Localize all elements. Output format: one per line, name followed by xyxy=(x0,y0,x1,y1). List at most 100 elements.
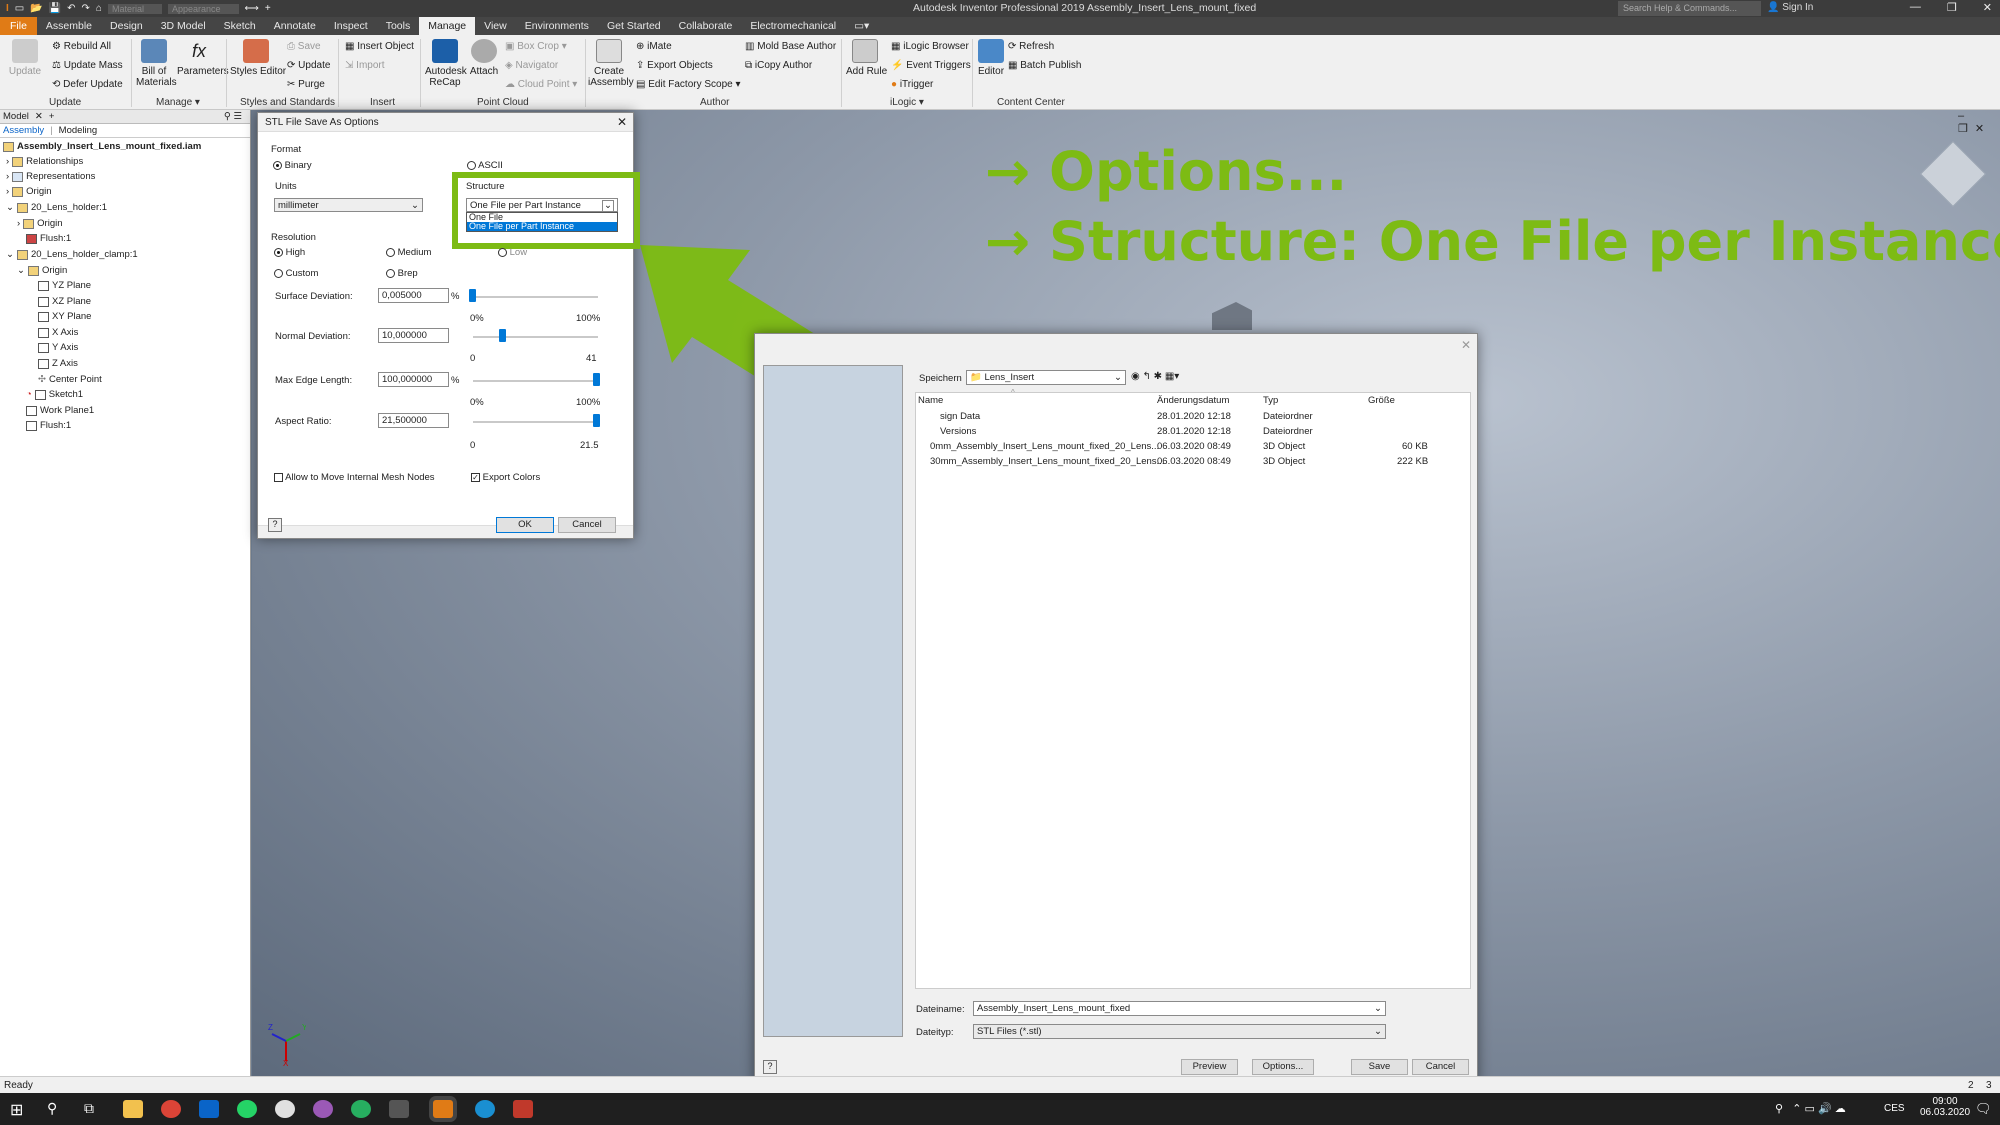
language-indicator[interactable]: CES xyxy=(1884,1103,1905,1114)
tab-3d-model[interactable]: 3D Model xyxy=(152,17,215,35)
table-row[interactable]: 30mm_Assembly_Insert_Lens_mount_fixed_20… xyxy=(916,455,1470,470)
purge-button[interactable]: ✂ Purge xyxy=(287,79,325,90)
chevron-right-icon[interactable]: › xyxy=(17,218,20,229)
edit-factory-scope-button[interactable]: ▤ Edit Factory Scope ▾ xyxy=(636,79,741,90)
app-icon[interactable] xyxy=(389,1100,409,1118)
tree-node-origin[interactable]: ⌄ Origin xyxy=(17,265,67,276)
batch-publish-button[interactable]: ▦ Batch Publish xyxy=(1008,60,1081,71)
tab-design[interactable]: Design xyxy=(101,17,152,35)
close-icon[interactable]: ✕ xyxy=(1983,1,1992,14)
app-icon[interactable] xyxy=(475,1100,495,1118)
styles-update-button[interactable]: ⟳ Update xyxy=(287,60,330,71)
places-pane[interactable] xyxy=(763,365,903,1037)
ribbon-display-icon[interactable]: ▭▾ xyxy=(845,17,878,35)
normal-deviation-slider[interactable] xyxy=(473,336,598,338)
update-button[interactable]: Update xyxy=(8,39,42,77)
ascii-radio[interactable]: ASCII xyxy=(467,160,503,171)
restore-icon[interactable]: ❐ xyxy=(1958,123,1975,135)
tab-inspect[interactable]: Inspect xyxy=(325,17,377,35)
radio-ascii[interactable] xyxy=(467,160,476,170)
file-list[interactable]: Name ^ Änderungsdatum Typ Größe sign Dat… xyxy=(915,388,1471,989)
new-icon[interactable]: ▭ xyxy=(15,3,24,14)
help-search-input[interactable]: Search Help & Commands... xyxy=(1618,1,1761,16)
rebuild-all-button[interactable]: ⚙ Rebuild All xyxy=(52,41,111,52)
search-icon[interactable]: ⚲ ☰ xyxy=(224,111,250,122)
add-browser-icon[interactable]: + xyxy=(49,111,55,122)
tree-node-sketch1[interactable]: ◔ Sketch1 xyxy=(26,389,83,400)
import-button[interactable]: ⇲ Import xyxy=(345,60,385,71)
col-date[interactable]: Änderungsdatum xyxy=(1157,395,1229,406)
windows-start-icon[interactable]: ⊞ xyxy=(10,1100,23,1120)
table-row[interactable]: Versions 28.01.2020 12:18 Dateiordner xyxy=(916,425,1470,440)
tree-node-representations[interactable]: › Representations xyxy=(6,171,95,182)
res-low-radio[interactable]: Low xyxy=(498,247,527,258)
parameters-button[interactable]: fx Parameters xyxy=(177,39,229,77)
tree-node-xz-plane[interactable]: XZ Plane xyxy=(38,296,91,307)
refresh-button[interactable]: ⟳ Refresh xyxy=(1008,41,1054,52)
tree-node-relationships[interactable]: › Relationships xyxy=(6,156,83,167)
bill-of-materials-button[interactable]: Bill of Materials xyxy=(136,39,177,88)
sign-in-link[interactable]: 👤 Sign In xyxy=(1767,2,1813,13)
box-crop-button[interactable]: ▣ Box Crop ▾ xyxy=(505,41,567,52)
measure-icon[interactable]: ⟷ xyxy=(245,3,259,14)
chevron-down-icon[interactable]: ⌄ xyxy=(17,265,25,276)
radio-low[interactable] xyxy=(498,247,507,257)
github-icon[interactable] xyxy=(313,1100,333,1118)
checkbox-allow-move[interactable] xyxy=(274,472,283,482)
res-high-radio[interactable]: High xyxy=(274,247,305,258)
tree-node-origin[interactable]: › Origin xyxy=(6,186,52,197)
plus-icon[interactable]: + xyxy=(265,3,271,14)
checkbox-export-colors[interactable]: ✓ xyxy=(471,472,480,482)
minimize-icon[interactable]: — xyxy=(1910,1,1921,14)
appearance-combo[interactable]: Appearance xyxy=(167,3,239,14)
table-row[interactable]: 0mm_Assembly_Insert_Lens_mount_fixed_20_… xyxy=(916,440,1470,455)
save-button[interactable]: Save xyxy=(1351,1059,1408,1075)
search-icon[interactable]: ⚲ xyxy=(47,1100,57,1117)
tree-node-y-axis[interactable]: Y Axis xyxy=(38,342,78,353)
create-iassembly-button[interactable]: Create iAssembly xyxy=(588,39,634,88)
ilogic-browser-button[interactable]: ▦ iLogic Browser xyxy=(891,41,969,52)
event-triggers-button[interactable]: ⚡ Event Triggers xyxy=(891,60,971,71)
ok-button[interactable]: OK xyxy=(496,517,554,533)
radio-high[interactable] xyxy=(274,247,283,257)
tree-node-lens-holder[interactable]: ⌄ 20_Lens_holder:1 xyxy=(6,202,107,213)
autodesk-recap-button[interactable]: Autodesk ReCap xyxy=(425,39,467,88)
redo-icon[interactable]: ↷ xyxy=(82,3,90,14)
defer-update-button[interactable]: ⟲ Defer Update xyxy=(52,79,123,90)
filetype-select[interactable]: STL Files (*.stl) ⌄ xyxy=(973,1024,1386,1039)
col-size[interactable]: Größe xyxy=(1368,395,1395,406)
chevron-right-icon[interactable]: › xyxy=(6,186,9,197)
subtab-modeling[interactable]: Modeling xyxy=(59,125,98,136)
col-name[interactable]: Name xyxy=(918,395,943,406)
chevron-down-icon[interactable]: ⌄ xyxy=(6,202,14,213)
chevron-right-icon[interactable]: › xyxy=(6,156,9,167)
mold-base-author-button[interactable]: ▥ Mold Base Author xyxy=(745,41,836,52)
binary-radio[interactable]: Binary xyxy=(273,160,312,171)
app-icon[interactable] xyxy=(351,1100,371,1118)
close-icon[interactable]: ✕ xyxy=(35,111,43,122)
normal-deviation-field[interactable]: 10,000000 xyxy=(378,328,449,343)
tree-node-lens-holder-clamp[interactable]: ⌄ 20_Lens_holder_clamp:1 xyxy=(6,249,138,260)
chevron-right-icon[interactable]: › xyxy=(6,171,9,182)
app-menu-icon[interactable]: I xyxy=(6,3,9,14)
styles-editor-button[interactable]: Styles Editor xyxy=(230,39,286,77)
system-tray-icons[interactable]: ⚲ ⌃ ▭ 🔊 ☁ xyxy=(1775,1102,1846,1115)
subtab-assembly[interactable]: Assembly xyxy=(3,125,44,136)
col-type[interactable]: Typ xyxy=(1263,395,1278,406)
tree-node-z-axis[interactable]: Z Axis xyxy=(38,358,78,369)
allow-move-checkbox[interactable]: Allow to Move Internal Mesh Nodes xyxy=(274,472,435,483)
radio-brep[interactable] xyxy=(386,268,395,278)
whatsapp-icon[interactable] xyxy=(237,1100,257,1118)
viewcube[interactable] xyxy=(1920,141,1986,207)
tree-node-assembly[interactable]: Assembly_Insert_Lens_mount_fixed.iam xyxy=(3,141,201,152)
res-custom-radio[interactable]: Custom xyxy=(274,268,318,279)
tab-assemble[interactable]: Assemble xyxy=(37,17,101,35)
radio-medium[interactable] xyxy=(386,247,395,257)
tree-node-yz-plane[interactable]: YZ Plane xyxy=(38,280,91,291)
content-center-editor-button[interactable]: Editor xyxy=(976,39,1006,77)
cancel-button[interactable]: Cancel xyxy=(558,517,616,533)
add-rule-button[interactable]: Add Rule xyxy=(846,39,887,77)
filename-field[interactable]: Assembly_Insert_Lens_mount_fixed ⌄ xyxy=(973,1001,1386,1016)
navigator-button[interactable]: ◈ Navigator xyxy=(505,60,558,71)
tab-model[interactable]: Model xyxy=(3,111,29,122)
